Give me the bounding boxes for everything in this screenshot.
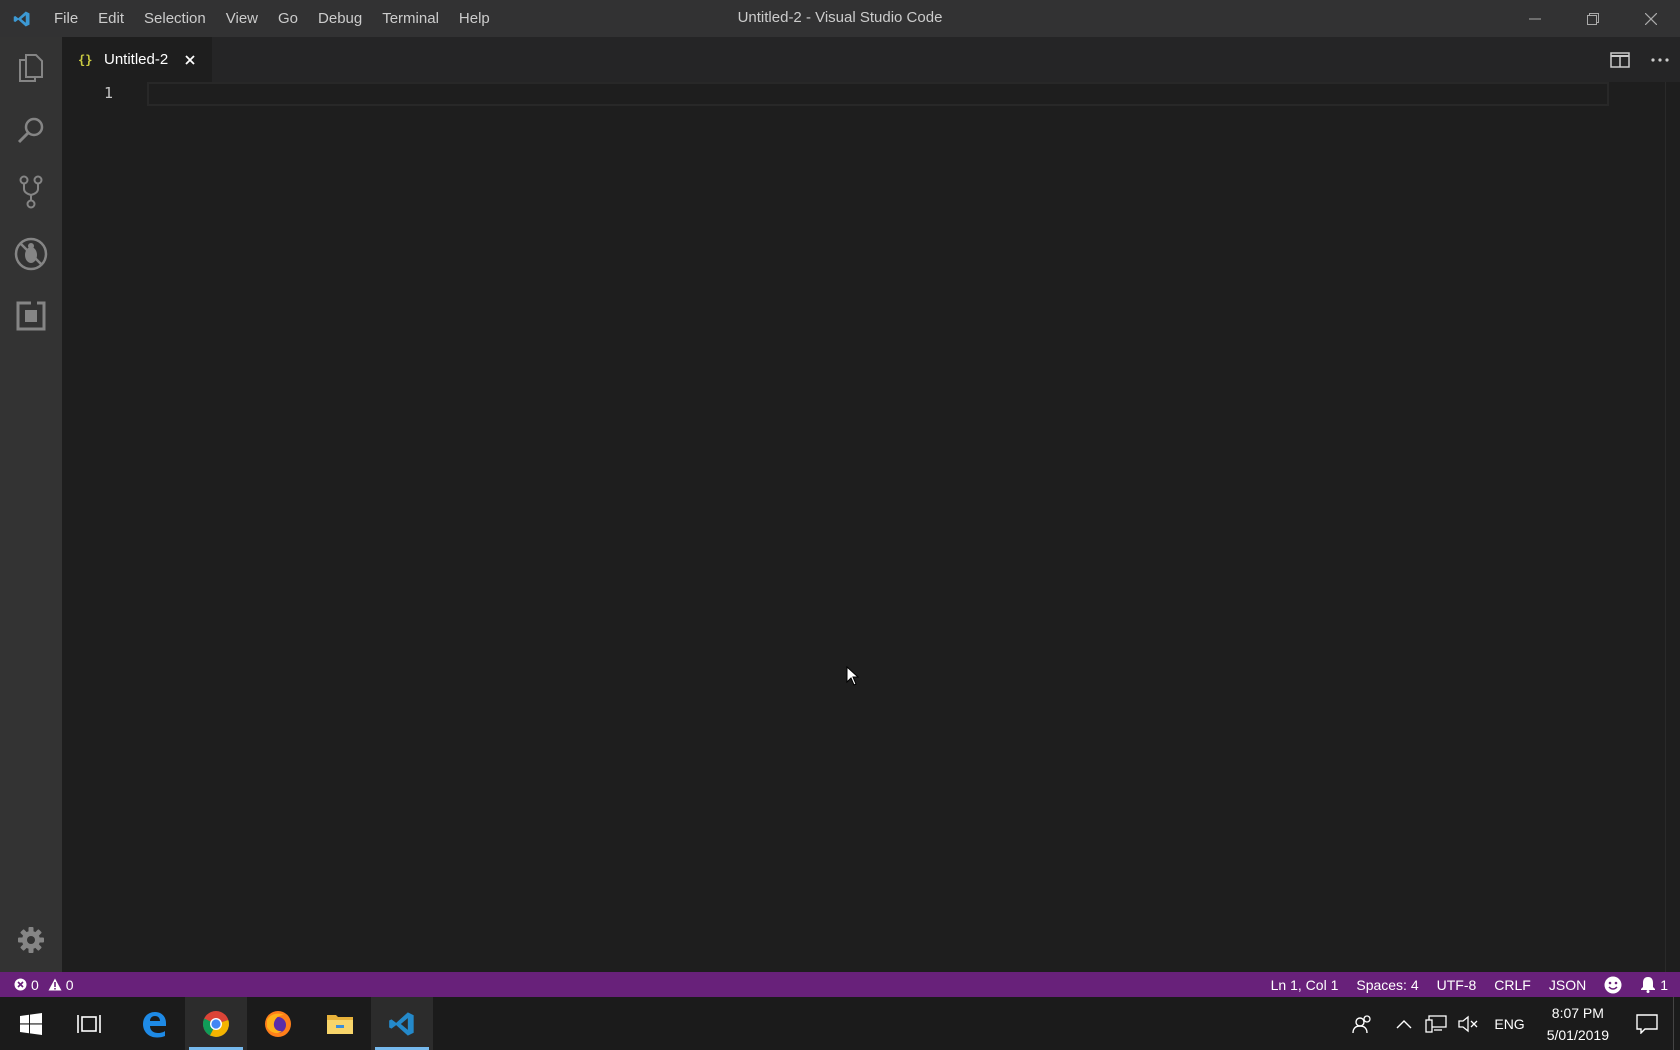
search-icon	[17, 117, 44, 144]
people-icon	[1352, 1014, 1372, 1033]
firefox-icon	[265, 1010, 291, 1037]
explorer-button[interactable]	[0, 37, 62, 99]
menu-debug[interactable]: Debug	[308, 0, 372, 37]
split-editor-icon	[1610, 51, 1630, 68]
source-control-button[interactable]	[0, 161, 62, 223]
json-file-icon: {}	[78, 52, 93, 67]
search-button[interactable]	[0, 99, 62, 161]
warning-icon	[48, 978, 62, 991]
window-controls	[1506, 0, 1680, 37]
close-icon	[1645, 12, 1657, 25]
tab-untitled-2[interactable]: {} Untitled-2	[62, 37, 212, 82]
menu-help[interactable]: Help	[449, 0, 500, 37]
clock[interactable]: 8:07 PM 5/01/2019	[1535, 1002, 1621, 1046]
cursor-position[interactable]: Ln 1, Col 1	[1262, 972, 1348, 997]
minimize-button[interactable]	[1506, 0, 1564, 37]
notification-count: 1	[1660, 976, 1668, 993]
notifications-button[interactable]: 1	[1631, 972, 1680, 997]
title-bar: File Edit Selection View Go Debug Termin…	[0, 0, 1680, 37]
error-icon	[14, 978, 27, 991]
tab-close-button[interactable]	[182, 52, 198, 68]
notification-center-icon	[1636, 1013, 1658, 1034]
taskbar-edge[interactable]	[123, 997, 185, 1050]
extensions-icon	[16, 301, 46, 331]
extensions-button[interactable]	[0, 285, 62, 347]
show-hidden-icons-button[interactable]	[1388, 997, 1420, 1050]
editor-area[interactable]: 1	[62, 82, 1680, 972]
clock-date: 5/01/2019	[1546, 1026, 1609, 1043]
encoding[interactable]: UTF-8	[1428, 972, 1486, 997]
clock-time: 8:07 PM	[1551, 1004, 1604, 1021]
menu-terminal[interactable]: Terminal	[372, 0, 449, 37]
taskbar-firefox[interactable]	[247, 997, 309, 1050]
taskbar-chrome[interactable]	[185, 997, 247, 1050]
ellipsis-icon	[1651, 57, 1669, 62]
activity-bar	[0, 37, 62, 972]
chrome-icon	[202, 1010, 229, 1037]
volume-button[interactable]	[1452, 997, 1484, 1050]
gear-icon	[18, 927, 44, 953]
close-icon	[185, 54, 195, 65]
input-language[interactable]: ENG	[1484, 1016, 1534, 1032]
menu-edit[interactable]: Edit	[88, 0, 134, 37]
feedback-button[interactable]	[1595, 972, 1631, 997]
warning-count: 0	[65, 976, 74, 993]
action-center-button[interactable]	[1621, 997, 1673, 1050]
vscode-icon	[389, 1011, 414, 1036]
menu-bar: File Edit Selection View Go Debug Termin…	[44, 0, 500, 37]
menu-go[interactable]: Go	[268, 0, 308, 37]
debug-icon	[14, 237, 48, 271]
current-line-highlight[interactable]	[147, 82, 1609, 106]
show-desktop-button[interactable]	[1673, 997, 1680, 1050]
line-number: 1	[104, 84, 114, 102]
status-bar: 0 0 Ln 1, Col 1 Spaces: 4 UTF-8 CRLF JSO…	[0, 972, 1680, 997]
taskbar-vscode[interactable]	[371, 997, 433, 1050]
network-icon	[1425, 1014, 1448, 1033]
mouse-cursor-icon	[846, 666, 860, 686]
system-tray: ENG 8:07 PM 5/01/2019	[1346, 997, 1680, 1050]
split-editor-button[interactable]	[1600, 37, 1640, 82]
bell-icon	[1640, 976, 1656, 993]
restore-icon	[1587, 12, 1599, 25]
status-right: Ln 1, Col 1 Spaces: 4 UTF-8 CRLF JSON 1	[1262, 972, 1680, 997]
minimize-icon	[1529, 18, 1541, 19]
smiley-icon	[1604, 976, 1622, 993]
language-mode[interactable]: JSON	[1540, 972, 1595, 997]
restore-button[interactable]	[1564, 0, 1622, 37]
manage-button[interactable]	[0, 909, 62, 971]
menu-file[interactable]: File	[44, 0, 88, 37]
taskbar-file-explorer[interactable]	[309, 997, 371, 1050]
files-icon	[19, 54, 43, 82]
tab-bar: {} Untitled-2	[62, 37, 1680, 82]
file-explorer-icon	[327, 1014, 353, 1034]
source-control-icon	[19, 175, 43, 209]
more-actions-button[interactable]	[1640, 37, 1680, 82]
close-window-button[interactable]	[1622, 0, 1680, 37]
windows-taskbar: ENG 8:07 PM 5/01/2019	[0, 997, 1680, 1050]
vscode-logo-icon[interactable]	[0, 0, 44, 37]
edge-icon	[143, 1011, 166, 1037]
network-button[interactable]	[1420, 997, 1452, 1050]
start-button[interactable]	[0, 997, 62, 1050]
volume-muted-icon	[1458, 1015, 1478, 1032]
menu-view[interactable]: View	[216, 0, 268, 37]
indentation[interactable]: Spaces: 4	[1347, 972, 1427, 997]
chevron-up-icon	[1396, 1019, 1412, 1028]
status-problems[interactable]: 0 0	[0, 977, 74, 993]
task-view-icon	[77, 1014, 101, 1033]
error-count: 0	[31, 976, 39, 993]
tab-label: Untitled-2	[104, 51, 169, 68]
vertical-scrollbar[interactable]	[1665, 82, 1680, 972]
people-button[interactable]	[1346, 997, 1378, 1050]
windows-start-icon	[20, 1012, 42, 1035]
debug-button[interactable]	[0, 223, 62, 285]
task-view-button[interactable]	[58, 997, 120, 1050]
end-of-line[interactable]: CRLF	[1485, 972, 1540, 997]
editor-actions	[1600, 37, 1680, 82]
menu-selection[interactable]: Selection	[134, 0, 216, 37]
